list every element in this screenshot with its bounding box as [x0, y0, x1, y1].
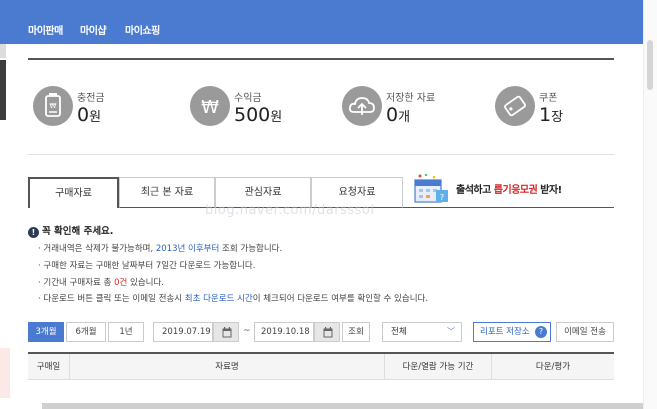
stat-value: 0개	[386, 104, 411, 126]
date-range-separator: ~	[243, 326, 251, 336]
stat-value: 1장	[539, 104, 564, 126]
column-header[interactable]: 다운/평가	[492, 354, 614, 380]
category-select[interactable]: 전체 ﹀	[382, 322, 462, 342]
coupon-icon	[495, 86, 535, 126]
nav-item-my-sales[interactable]: 마이판매	[28, 22, 63, 37]
sidebar-edge	[0, 44, 6, 58]
stat-value: 500원	[234, 104, 283, 126]
start-date-input[interactable]: 2019.07.19	[153, 322, 213, 342]
notice-line: · 거래내역은 삭제가 불가능하며, 2013년 이후부터 조회 가능합니다.	[38, 244, 283, 254]
nav-item-my-shop[interactable]: 마이샵	[80, 22, 107, 37]
email-send-button[interactable]: 이메일 전송	[556, 322, 614, 342]
stats-divider	[28, 154, 614, 155]
end-date-input[interactable]: 2019.10.18	[254, 322, 314, 342]
top-nav-bar: 마이판매 마이샵 마이쇼핑	[0, 0, 657, 44]
column-header[interactable]: 다운/열람 가능 기간	[385, 354, 492, 380]
tab-recently-viewed[interactable]: 최근 본 자료	[119, 177, 215, 208]
stat-value: 0원	[77, 104, 102, 126]
notice-line: · 다운로드 버튼 클릭 또는 이메일 전송시 최초 다운로드 시간이 체크되어…	[38, 294, 429, 304]
cloud-upload-icon	[342, 86, 382, 126]
stat-label: 저장한 자료	[386, 93, 436, 104]
stat-label: 수익금	[234, 93, 262, 104]
wallet-icon: ₩	[33, 86, 73, 126]
svg-text:₩: ₩	[201, 97, 219, 118]
notice-line: · 기간내 구매자료 총 0건 있습니다.	[38, 278, 164, 288]
svg-text:?: ?	[440, 193, 444, 202]
period-3-months-button[interactable]: 3개월	[28, 322, 64, 342]
report-storage-button[interactable]: 리포트 저장소?	[473, 322, 551, 342]
notice-title: ! 꼭 확인해 주세요.	[28, 223, 113, 238]
stat-label: 쿠폰	[539, 93, 558, 104]
column-header[interactable]: 구매일	[28, 354, 70, 380]
attendance-banner[interactable]: ? 출석하고 릅기응모권 받자!	[410, 173, 615, 206]
search-button[interactable]: 조회	[342, 322, 370, 342]
horizontal-scrollbar[interactable]	[42, 403, 643, 409]
period-1-year-button[interactable]: 1년	[108, 322, 144, 342]
watermark-text: blog.naver.com/darsssol	[205, 203, 375, 218]
sidebar-edge-highlight	[0, 348, 10, 398]
column-header[interactable]: 자료명	[70, 354, 385, 380]
banner-text: 출석하고 릅기응모권 받자!	[456, 185, 562, 196]
sidebar-edge-dark	[0, 60, 6, 120]
table-header: 구매일 자료명 다운/열람 가능 기간 다운/평가	[28, 352, 614, 380]
calendar-gift-icon: ?	[414, 173, 448, 203]
won-icon: ₩	[190, 86, 230, 126]
calendar-icon	[323, 327, 333, 338]
tab-purchased[interactable]: 구매자료	[28, 177, 119, 208]
period-6-months-button[interactable]: 6개월	[66, 322, 106, 342]
calendar-icon	[222, 327, 232, 338]
notice-line: · 구매한 자료는 구매한 날짜부터 7일간 다운로드 가능합니다.	[38, 261, 256, 271]
svg-text:₩: ₩	[50, 102, 57, 110]
end-date-calendar-button[interactable]	[314, 322, 340, 342]
nav-divider	[28, 58, 614, 60]
start-date-calendar-button[interactable]	[213, 322, 239, 342]
scrollbar-thumb[interactable]	[647, 40, 653, 90]
nav-item-my-shopping[interactable]: 마이쇼핑	[125, 22, 160, 37]
stat-label: 충전금	[77, 93, 105, 104]
chevron-down-icon: ﹀	[447, 327, 455, 336]
alert-icon: !	[28, 227, 39, 238]
help-icon[interactable]: ?	[535, 326, 547, 338]
